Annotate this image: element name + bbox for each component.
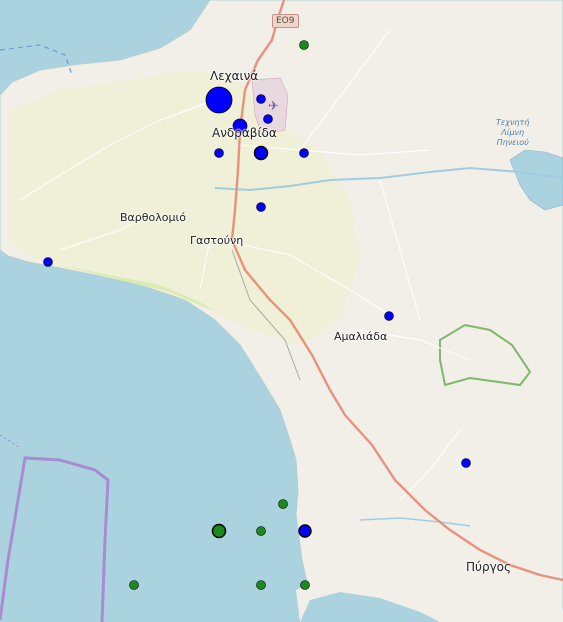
place-gastouni[interactable]: Γαστούνη <box>190 234 243 247</box>
marker-green-sea-3[interactable] <box>129 580 139 590</box>
admin-boundary <box>0 456 110 622</box>
maritime-boundary <box>0 434 21 449</box>
marker-blue-east-inland[interactable] <box>461 458 471 468</box>
marker-blue-andravida-south[interactable] <box>253 145 269 161</box>
lake-label-line-1: Τεχνητή <box>496 118 530 127</box>
marker-blue-airport-2[interactable] <box>263 114 273 124</box>
place-pyrgos[interactable]: Πύργος <box>466 560 511 574</box>
marker-green-north[interactable] <box>299 40 309 50</box>
marker-green-sea-1[interactable] <box>211 523 227 539</box>
marker-green-coast-1[interactable] <box>278 499 288 509</box>
lake-label: Τεχνητή Λίμνη Πηνειού <box>496 118 529 148</box>
map-canvas: ✈ <box>0 0 563 622</box>
marker-blue-east-andravida[interactable] <box>299 148 309 158</box>
place-andravida[interactable]: Ανδραβίδα <box>212 126 277 140</box>
marker-blue-coast-west[interactable] <box>43 257 53 267</box>
marker-blue-amaliada[interactable] <box>384 311 394 321</box>
place-lechaina[interactable]: Λεχαινά <box>210 69 258 83</box>
marker-blue-west-andravida[interactable] <box>214 148 224 158</box>
place-vartholomio[interactable]: Βαρθολομιό <box>120 211 186 224</box>
marker-green-sea-4[interactable] <box>256 580 266 590</box>
place-amaliada[interactable]: Αμαλιάδα <box>334 330 387 343</box>
airport-icon: ✈ <box>268 99 279 114</box>
lake-label-line-3: Πηνειού <box>496 138 529 147</box>
lake-label-line-2: Λίμνη <box>501 128 525 137</box>
marker-blue-coast-south[interactable] <box>298 524 312 538</box>
marker-blue-gastouni-north[interactable] <box>256 202 266 212</box>
map-view[interactable]: ✈ EO9 Λεχαινά Ανδραβίδα Βαρθολομιό Γαστο… <box>0 0 563 622</box>
marker-blue-airport-1[interactable] <box>256 94 266 104</box>
road-shield-eo9: EO9 <box>272 14 299 28</box>
marker-large-lechaina[interactable] <box>205 86 233 114</box>
marker-green-coast-2[interactable] <box>300 580 310 590</box>
marker-green-sea-2[interactable] <box>256 526 266 536</box>
